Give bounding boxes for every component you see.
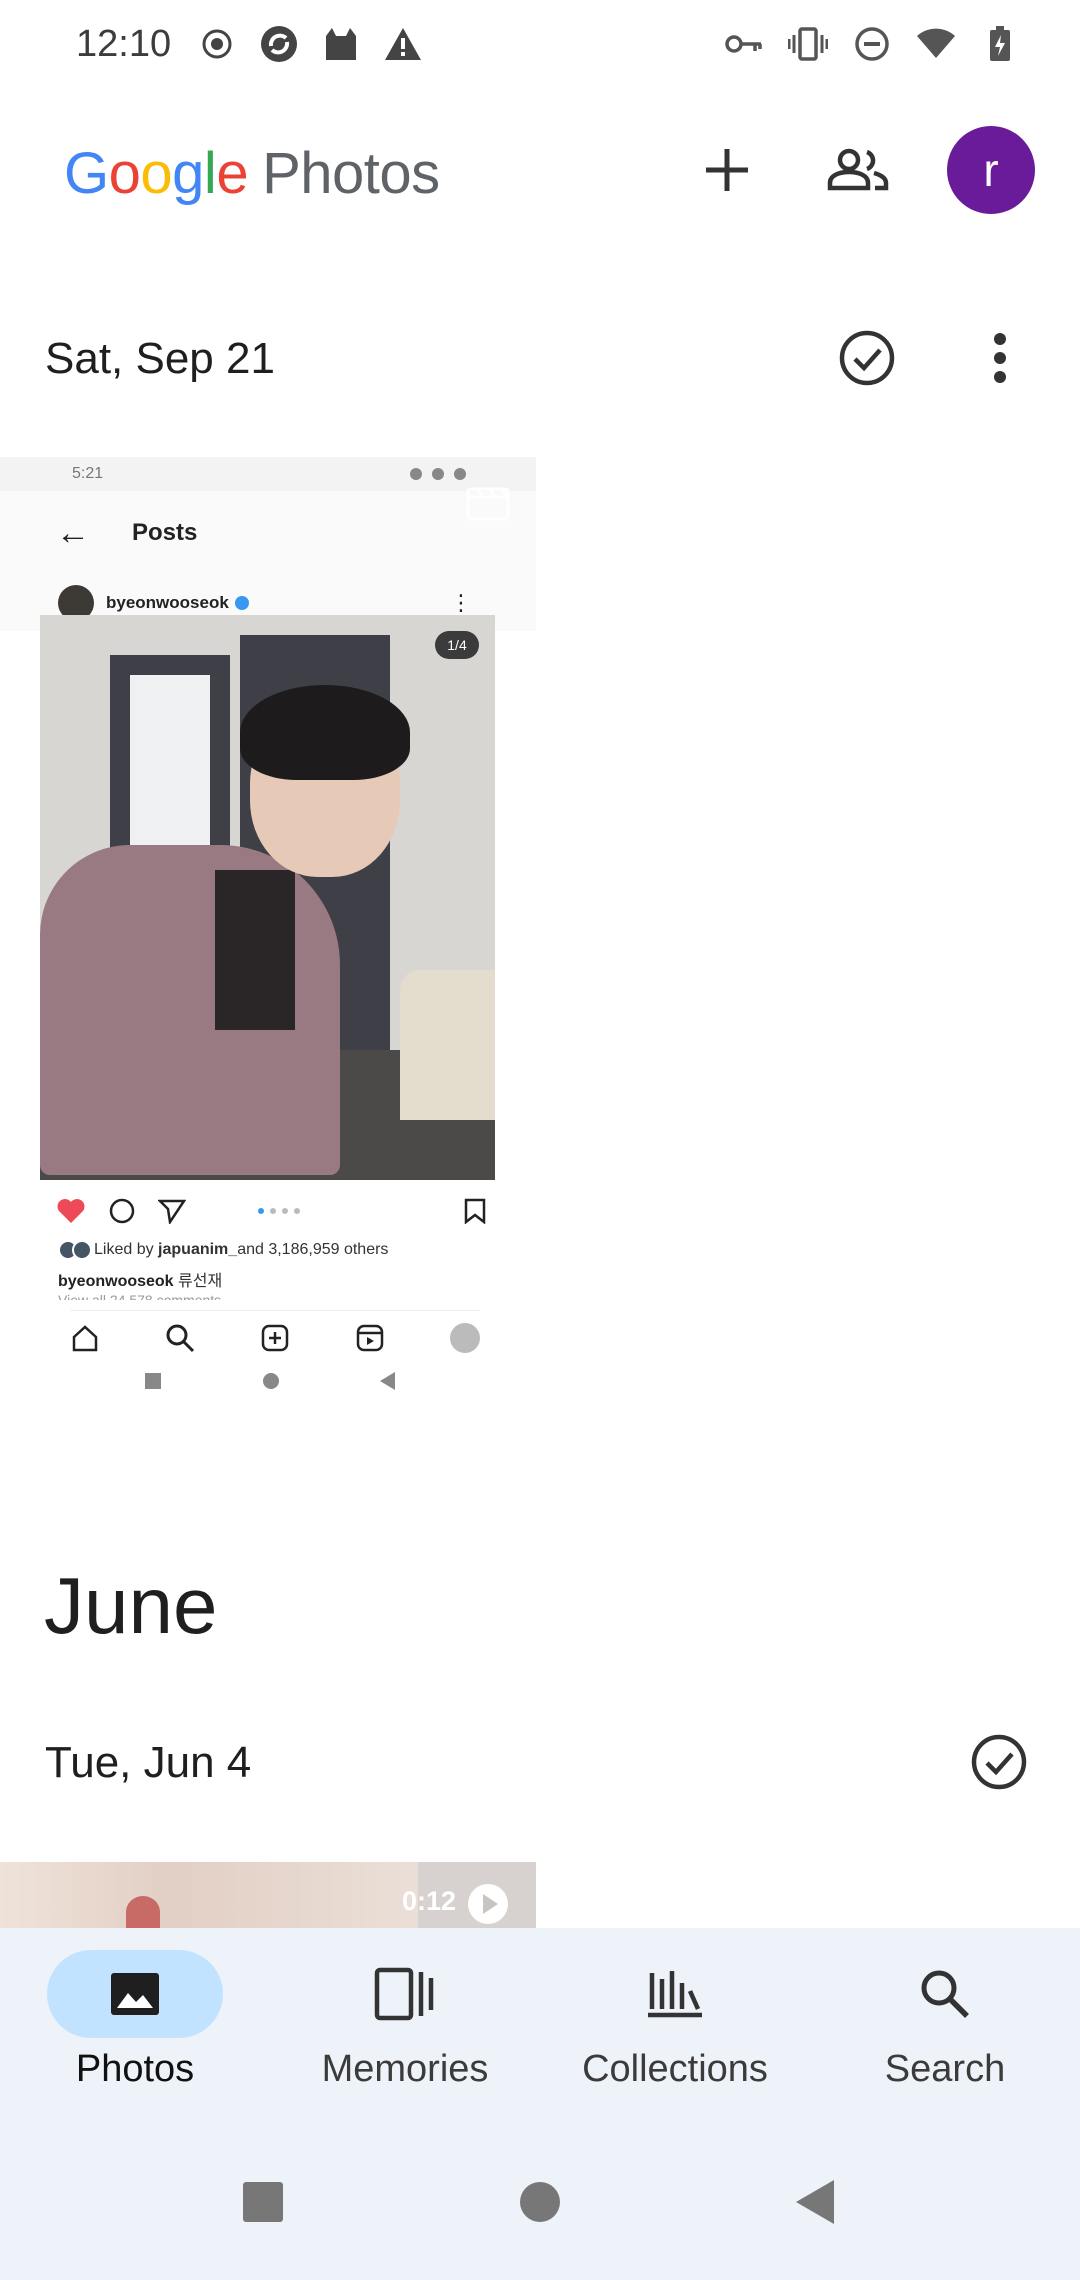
account-avatar[interactable]: r bbox=[947, 126, 1035, 214]
sync-icon bbox=[259, 24, 299, 64]
people-icon bbox=[827, 148, 889, 191]
thumb-post-likes: Liked by japuanim_ and 3,186,959 others bbox=[58, 1240, 388, 1260]
logo-photos-word: Photos bbox=[262, 141, 440, 206]
thumb-post-comments-link: View all 24,578 comments bbox=[58, 1292, 222, 1300]
date-label: Sat, Sep 21 bbox=[45, 334, 275, 383]
thumb-post-header: ← Posts bbox=[0, 491, 536, 575]
date-header: Tue, Jun 4 bbox=[0, 1716, 1080, 1806]
video-duration: 0:12 bbox=[402, 1886, 457, 1916]
google-photos-logo: Google Photos bbox=[64, 141, 440, 206]
system-navigation-bar bbox=[0, 2170, 1080, 2260]
photo-thumbnail[interactable]: 5:21 ← Posts byeonwooseok ⋮ 1/4 Liked by… bbox=[0, 457, 536, 1407]
nav-collections[interactable]: Collections bbox=[540, 1928, 810, 2118]
memories-icon bbox=[374, 1967, 434, 2021]
app-bar: Google Photos r bbox=[0, 110, 1080, 230]
vibrate-icon bbox=[788, 24, 828, 64]
nav-photos[interactable]: Photos bbox=[0, 1928, 270, 2118]
status-time: 12:10 bbox=[76, 22, 172, 65]
play-icon bbox=[466, 1882, 510, 1928]
square-icon bbox=[243, 2182, 283, 2222]
nav-memories[interactable]: Memories bbox=[270, 1928, 540, 2118]
add-button[interactable] bbox=[683, 126, 771, 214]
check-circle-icon bbox=[839, 330, 895, 386]
thumb-system-nav bbox=[145, 1372, 395, 1390]
avatar bbox=[450, 1323, 480, 1353]
thumb-post-bottom-nav bbox=[70, 1310, 480, 1353]
select-day-button[interactable] bbox=[831, 322, 903, 394]
search-icon bbox=[921, 1970, 969, 2018]
more-options-button[interactable] bbox=[970, 322, 1030, 394]
video-thumbnail[interactable]: 0:12 bbox=[0, 1862, 536, 1928]
reels-icon bbox=[356, 1324, 384, 1352]
home-button[interactable] bbox=[510, 2172, 570, 2232]
status-system-icons bbox=[724, 24, 1020, 64]
collections-icon bbox=[648, 1971, 702, 2018]
comment-icon bbox=[109, 1198, 135, 1224]
date-header: Sat, Sep 21 bbox=[0, 312, 1080, 402]
select-day-button[interactable] bbox=[963, 1726, 1035, 1798]
thumb-post-actions bbox=[56, 1197, 486, 1225]
status-notification-icons bbox=[197, 24, 423, 64]
search-icon bbox=[166, 1324, 195, 1353]
record-icon bbox=[197, 24, 237, 64]
battery-charging-icon bbox=[980, 24, 1020, 64]
bookmark-icon bbox=[464, 1198, 486, 1224]
recents-button[interactable] bbox=[233, 2172, 293, 2232]
heart-icon bbox=[57, 1199, 85, 1223]
more-vert-icon: ⋮ bbox=[450, 590, 472, 615]
verified-icon bbox=[234, 596, 249, 610]
do-not-disturb-icon bbox=[852, 24, 892, 64]
wifi-icon bbox=[916, 24, 956, 64]
thumb-post-photo: 1/4 bbox=[40, 615, 495, 1180]
photo-icon bbox=[111, 1973, 159, 2015]
home-icon bbox=[72, 1325, 98, 1352]
vpn-key-icon bbox=[724, 24, 764, 64]
triangle-back-icon bbox=[796, 2180, 834, 2224]
nav-search[interactable]: Search bbox=[810, 1928, 1080, 2118]
create-icon bbox=[261, 1324, 289, 1352]
warning-icon bbox=[383, 24, 423, 64]
thumb-post-caption: byeonwooseok 류선재 bbox=[58, 1273, 223, 1290]
month-header: June bbox=[44, 1561, 218, 1650]
check-circle-icon bbox=[971, 1734, 1027, 1790]
screen-recording-icon bbox=[466, 485, 510, 526]
circle-icon bbox=[520, 2182, 560, 2222]
carousel-count-badge: 1/4 bbox=[435, 631, 479, 659]
plus-icon bbox=[706, 149, 748, 191]
back-button[interactable] bbox=[786, 2172, 846, 2232]
thumb-status-bar: 5:21 bbox=[0, 457, 536, 491]
carousel-dots bbox=[258, 1208, 300, 1214]
sharing-button[interactable] bbox=[814, 126, 902, 214]
more-vert-icon bbox=[994, 333, 1006, 383]
date-label: Tue, Jun 4 bbox=[45, 1738, 252, 1787]
cat-icon bbox=[321, 24, 361, 64]
status-bar: 12:10 bbox=[0, 0, 1080, 88]
arrow-back-icon: ← bbox=[56, 513, 90, 552]
send-icon bbox=[158, 1199, 186, 1224]
